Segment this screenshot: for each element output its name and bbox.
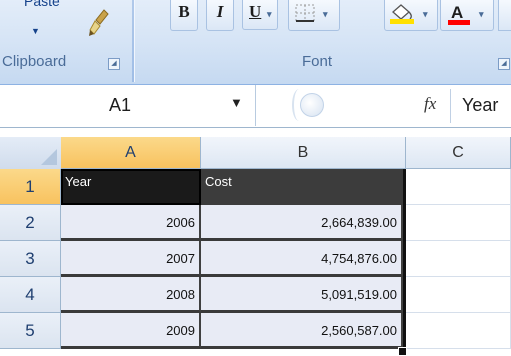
font-color-icon: A — [448, 3, 470, 25]
row-header-5[interactable]: 5 — [0, 313, 61, 349]
cell-a5[interactable]: 2009 — [61, 313, 201, 349]
column-header-b[interactable]: B — [201, 137, 406, 169]
paste-label: Paste — [24, 0, 60, 9]
fill-color-swatch — [390, 19, 414, 24]
formula-bar-circle-icon — [300, 93, 324, 117]
row-header-1[interactable]: 1 — [0, 169, 61, 205]
cell-c2[interactable] — [406, 205, 511, 241]
fill-color-dropdown-icon[interactable]: ▾ — [423, 2, 428, 26]
ribbon: Paste ▼ Clipboard ◢ B I U ▾ ▾ ▾ A ▾ Font… — [0, 0, 511, 85]
borders-button[interactable]: ▾ — [288, 0, 340, 31]
paste-dropdown-icon[interactable]: ▼ — [31, 26, 40, 36]
borders-dropdown-icon[interactable]: ▾ — [323, 2, 328, 26]
formula-bar: A1 ▼ fx Year — [0, 85, 511, 128]
name-box-value[interactable]: A1 — [0, 85, 240, 126]
cell-b3[interactable]: 4,754,876.00 — [201, 241, 403, 277]
cell-a3[interactable]: 2007 — [61, 241, 201, 277]
italic-label: I — [216, 2, 224, 21]
insert-function-icon[interactable]: fx — [424, 94, 436, 114]
cell-c1[interactable] — [406, 169, 511, 205]
bold-button[interactable]: B — [170, 0, 198, 31]
clipboard-dialog-launcher-icon[interactable]: ◢ — [108, 58, 120, 70]
formula-input[interactable]: Year — [462, 85, 498, 126]
font-group-label: Font — [302, 53, 333, 70]
range-border — [403, 169, 406, 349]
cell-b5[interactable]: 2,560,587.00 — [201, 313, 403, 349]
row-header-2[interactable]: 2 — [0, 205, 61, 241]
cell-c3[interactable] — [406, 241, 511, 277]
cell-c4[interactable] — [406, 277, 511, 313]
row-header-3[interactable]: 3 — [0, 241, 61, 277]
bold-label: B — [178, 2, 190, 21]
formula-bar-divider — [450, 89, 451, 123]
select-all-icon — [41, 149, 57, 165]
fill-color-icon — [390, 4, 414, 24]
clipboard-group-label: Clipboard — [2, 53, 67, 70]
active-cell-outline — [61, 169, 201, 205]
name-box[interactable]: A1 ▼ — [0, 85, 256, 126]
font-dialog-launcher-icon[interactable]: ◢ — [498, 58, 510, 70]
underline-label: U — [249, 2, 262, 21]
cell-a4[interactable]: 2008 — [61, 277, 201, 313]
column-header-a[interactable]: A — [61, 137, 201, 169]
italic-button[interactable]: I — [206, 0, 234, 31]
cell-a2[interactable]: 2006 — [61, 205, 201, 241]
group-divider — [132, 0, 135, 82]
select-all-button[interactable] — [0, 137, 62, 170]
font-color-dropdown-icon[interactable]: ▾ — [479, 2, 484, 26]
svg-text:A: A — [451, 3, 463, 22]
fill-color-button[interactable]: ▾ — [384, 0, 438, 31]
column-header-c[interactable]: C — [406, 137, 511, 169]
font-overflow-button[interactable] — [498, 0, 511, 31]
cell-c5[interactable] — [406, 313, 511, 349]
format-painter-icon[interactable] — [88, 8, 114, 38]
borders-icon — [295, 4, 315, 22]
name-box-dropdown-icon[interactable]: ▼ — [230, 95, 243, 110]
row-header-4[interactable]: 4 — [0, 277, 61, 313]
cell-b2[interactable]: 2,664,839.00 — [201, 205, 403, 241]
spreadsheet-grid: A B C 1 2 3 4 5 Year Cost 2006 2,664,839… — [0, 128, 511, 356]
cell-b1[interactable]: Cost — [201, 169, 403, 205]
underline-dropdown-icon[interactable]: ▾ — [267, 2, 272, 26]
font-color-swatch — [448, 20, 470, 25]
underline-button[interactable]: U ▾ — [242, 0, 278, 30]
font-color-button[interactable]: A ▾ — [440, 0, 494, 31]
cell-b4[interactable]: 5,091,519.00 — [201, 277, 403, 313]
